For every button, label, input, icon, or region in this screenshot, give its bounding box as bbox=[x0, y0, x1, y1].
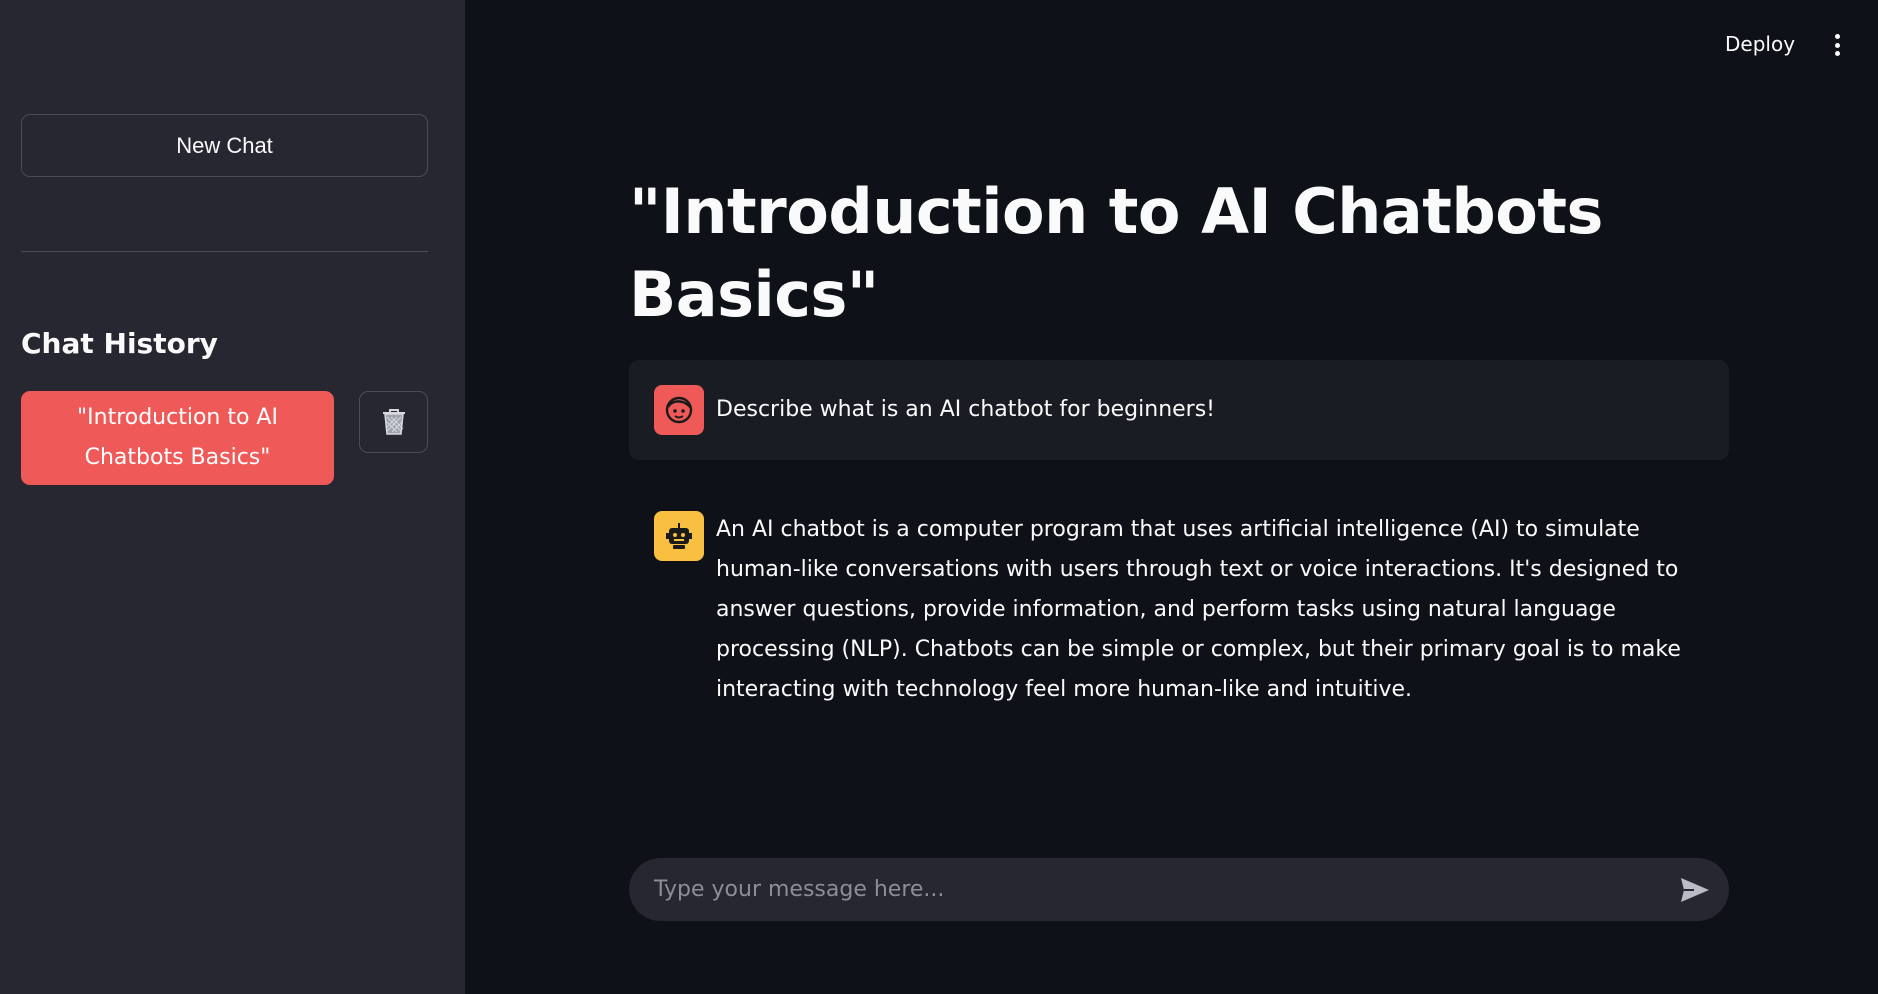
assistant-avatar bbox=[654, 511, 704, 561]
deploy-button[interactable]: Deploy bbox=[1725, 32, 1795, 56]
send-icon bbox=[1681, 878, 1709, 902]
trash-icon bbox=[382, 409, 405, 435]
kebab-menu-icon[interactable] bbox=[1827, 32, 1847, 58]
user-message: Describe what is an AI chatbot for begin… bbox=[629, 360, 1729, 460]
send-button[interactable] bbox=[1679, 874, 1711, 906]
delete-chat-button[interactable] bbox=[359, 391, 428, 453]
user-message-text: Describe what is an AI chatbot for begin… bbox=[716, 397, 1215, 422]
app: New Chat Chat History "Introduction to A… bbox=[0, 0, 1878, 994]
sidebar-divider bbox=[21, 251, 428, 252]
sidebar: New Chat Chat History "Introduction to A… bbox=[0, 0, 465, 994]
user-face-icon bbox=[665, 396, 693, 424]
assistant-message: An AI chatbot is a computer program that… bbox=[629, 500, 1729, 720]
page-title: "Introduction to AI Chatbots Basics" bbox=[629, 175, 1603, 331]
assistant-message-text: An AI chatbot is a computer program that… bbox=[716, 517, 1681, 702]
chat-history-heading: Chat History bbox=[21, 327, 218, 360]
user-avatar bbox=[654, 385, 704, 435]
main-content: Deploy "Introduction to AI Chatbots Basi… bbox=[465, 0, 1878, 994]
chat-input-container bbox=[629, 858, 1729, 921]
chat-input[interactable] bbox=[654, 858, 1634, 921]
chat-history-item[interactable]: "Introduction to AI Chatbots Basics" bbox=[21, 391, 334, 485]
new-chat-button[interactable]: New Chat bbox=[21, 114, 428, 177]
robot-icon bbox=[666, 523, 692, 549]
